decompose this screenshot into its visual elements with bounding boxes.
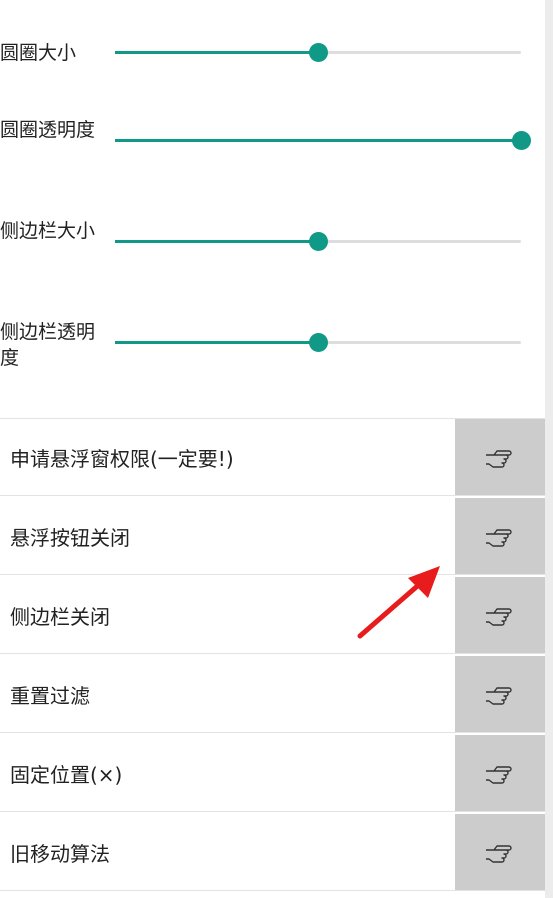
pointing-hand-icon	[486, 608, 512, 626]
circle-opacity-label: 圆圈透明度	[0, 119, 96, 141]
reset-filter-button[interactable]	[455, 656, 545, 732]
circle-opacity-setting: 圆圈透明度	[0, 115, 545, 169]
old-move-algorithm-button[interactable]	[455, 814, 545, 890]
slider-thumb[interactable]	[512, 131, 531, 150]
floating-button-close-label: 悬浮按钮关闭	[10, 525, 130, 550]
reset-filter-row[interactable]: 重置过滤	[0, 656, 545, 733]
request-overlay-permission-label: 申请悬浮窗权限(一定要!)	[10, 446, 234, 471]
pointing-hand-icon	[486, 845, 512, 863]
sidebar-opacity-slider[interactable]	[115, 333, 521, 352]
circle-size-slider[interactable]	[115, 43, 521, 62]
scrollbar[interactable]	[545, 0, 553, 898]
pointing-hand-icon	[486, 529, 512, 547]
request-overlay-permission-row[interactable]: 申请悬浮窗权限(一定要!)	[0, 419, 545, 496]
slider-fill	[115, 240, 318, 243]
circle-size-label: 圆圈大小	[0, 42, 77, 64]
floating-button-close-row[interactable]: 悬浮按钮关闭	[0, 498, 545, 575]
settings-panel: 圆圈大小 圆圈透明度 侧边栏大小 侧边栏透明度 申请悬浮窗权限(一定要!) 悬浮…	[0, 0, 545, 898]
sidebar-size-setting: 侧边栏大小	[0, 216, 545, 270]
pointing-hand-icon	[486, 766, 512, 784]
action-list: 申请悬浮窗权限(一定要!) 悬浮按钮关闭 侧边栏关闭 重置过滤 固定位置(×)	[0, 418, 545, 893]
slider-fill	[115, 341, 318, 344]
slider-thumb[interactable]	[309, 43, 328, 62]
fixed-position-label: 固定位置(×)	[10, 762, 123, 787]
old-move-algorithm-row[interactable]: 旧移动算法	[0, 814, 545, 891]
slider-thumb[interactable]	[309, 333, 328, 352]
fixed-position-button[interactable]	[455, 735, 545, 811]
sidebar-opacity-label: 侧边栏透明度	[0, 321, 96, 369]
floating-button-close-button[interactable]	[455, 498, 545, 574]
sidebar-close-button[interactable]	[455, 577, 545, 653]
sidebar-size-slider[interactable]	[115, 232, 521, 251]
slider-thumb[interactable]	[309, 232, 328, 251]
reset-filter-label: 重置过滤	[10, 683, 90, 708]
circle-size-setting: 圆圈大小	[0, 38, 545, 68]
sidebar-close-row[interactable]: 侧边栏关闭	[0, 577, 545, 654]
request-overlay-permission-button[interactable]	[455, 419, 545, 495]
pointing-hand-icon	[486, 450, 512, 468]
old-move-algorithm-label: 旧移动算法	[10, 841, 110, 866]
pointing-hand-icon	[486, 687, 512, 705]
slider-fill	[115, 51, 318, 54]
sidebar-close-label: 侧边栏关闭	[10, 604, 110, 629]
sidebar-opacity-setting: 侧边栏透明度	[0, 317, 545, 371]
sidebar-size-label: 侧边栏大小	[0, 220, 96, 242]
fixed-position-row[interactable]: 固定位置(×)	[0, 735, 545, 812]
circle-opacity-slider[interactable]	[115, 131, 531, 150]
slider-fill	[115, 139, 521, 142]
